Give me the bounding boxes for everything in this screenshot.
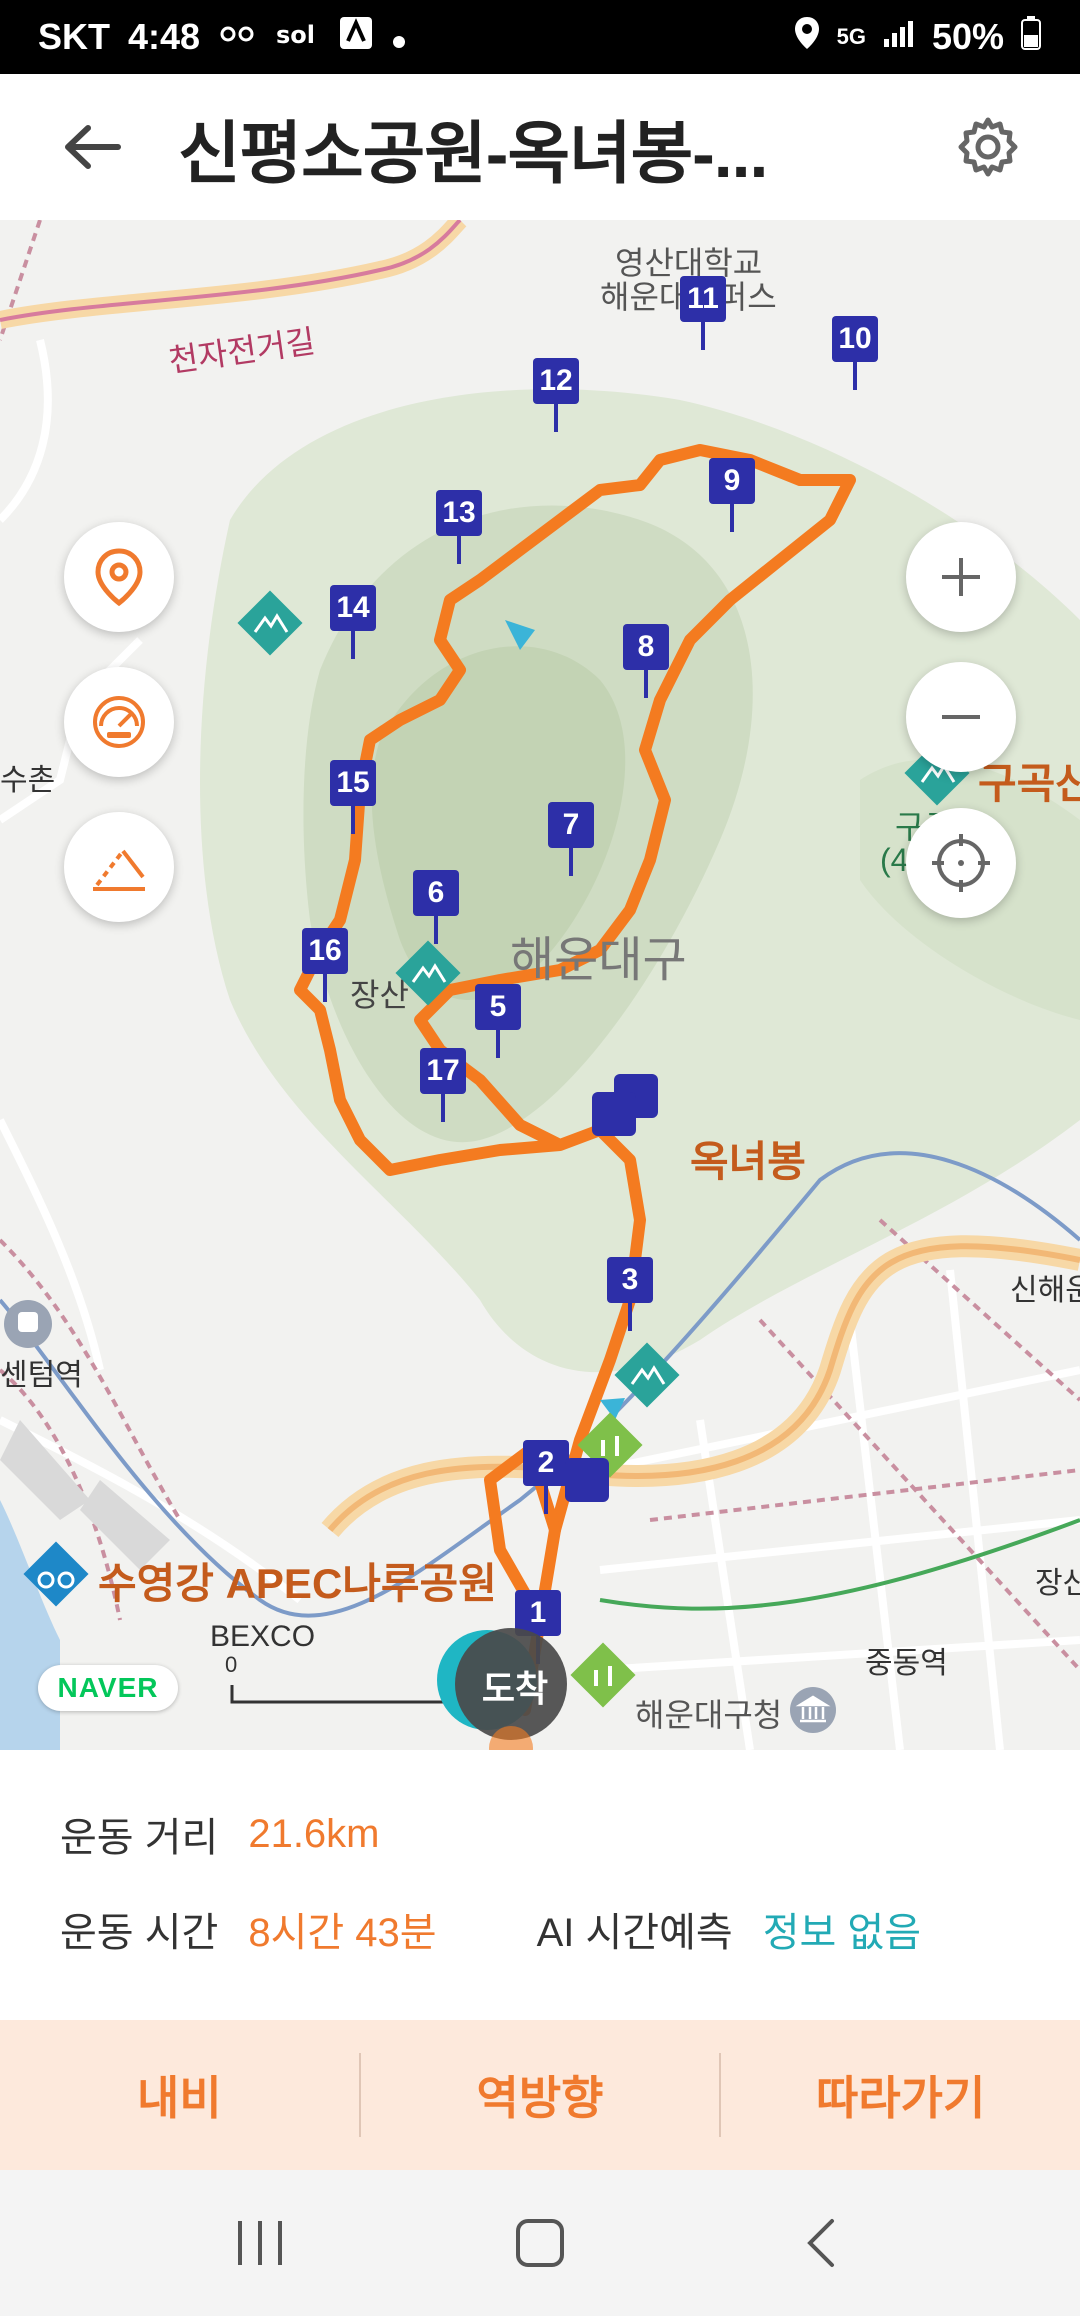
label-peak-okneo: 옥녀봉 bbox=[690, 1138, 806, 1185]
waypoint-marker[interactable]: 7 bbox=[548, 802, 594, 876]
waypoint-marker[interactable]: 2 bbox=[523, 1440, 569, 1514]
reverse-button[interactable]: 역방향 bbox=[361, 2020, 720, 2170]
my-location-button[interactable] bbox=[64, 522, 174, 632]
waypoint-marker[interactable]: 11 bbox=[680, 276, 726, 350]
ai-estimate-value: 정보 없음 bbox=[762, 1911, 922, 1955]
crosshair-icon bbox=[932, 834, 990, 892]
arrival-marker[interactable]: 도착 bbox=[435, 1620, 575, 1750]
label-jungdong: 중동역 bbox=[865, 1647, 948, 1680]
distance-value: 21.6km bbox=[248, 1811, 380, 1856]
network-5g-icon: 5G bbox=[836, 24, 866, 49]
gear-icon bbox=[958, 117, 1018, 177]
app-icon bbox=[338, 15, 374, 60]
battery-percent: 50% bbox=[931, 16, 1004, 57]
gu-office-icon bbox=[788, 1685, 838, 1735]
elevation-icon bbox=[93, 849, 145, 891]
mountain-icon-west[interactable] bbox=[235, 588, 305, 658]
elevation-button[interactable] bbox=[64, 812, 174, 922]
home-button[interactable] bbox=[500, 2203, 580, 2283]
status-bar: SKT 4:48 sol 5G 50% bbox=[0, 0, 1080, 74]
plus-icon bbox=[942, 558, 980, 596]
carrier: SKT bbox=[38, 16, 110, 57]
arrival-label: 도착 bbox=[481, 1668, 549, 1709]
label-park: 수영강 APEC나루공원 bbox=[98, 1560, 497, 1607]
station-icon bbox=[2, 1298, 54, 1350]
label-sinhae: 신해운 bbox=[1010, 1274, 1080, 1307]
location-icon bbox=[793, 15, 821, 60]
naver-logo: NAVER bbox=[38, 1665, 178, 1711]
app-bar: 신평소공원-옥녀봉-... bbox=[0, 74, 1080, 220]
start-flag-icon[interactable] bbox=[592, 1074, 668, 1144]
mountain-icon-okneo[interactable] bbox=[612, 1340, 682, 1410]
waypoint-marker[interactable]: 10 bbox=[832, 316, 878, 390]
ai-estimate-label: AI 시간예측 bbox=[536, 1911, 733, 1955]
mountain-icon-jangsan[interactable] bbox=[393, 938, 463, 1008]
distance-label: 운동 거리 bbox=[60, 1816, 219, 1860]
back-nav-button[interactable] bbox=[780, 2203, 860, 2283]
label-jangsan-right: 장산 bbox=[1035, 1567, 1080, 1600]
navigate-button[interactable]: 내비 bbox=[0, 2020, 359, 2170]
action-bar: 내비 역방향 따라가기 bbox=[0, 2020, 1080, 2170]
minus-icon bbox=[942, 715, 980, 719]
distance-row: 운동 거리 21.6km bbox=[60, 1805, 380, 1863]
home-icon bbox=[516, 2219, 564, 2267]
activity-icon bbox=[218, 16, 258, 58]
waypoint-marker[interactable]: 13 bbox=[436, 490, 482, 564]
settings-button[interactable] bbox=[952, 111, 1024, 183]
recent-apps-icon bbox=[238, 2221, 282, 2265]
waypoint-marker[interactable]: 17 bbox=[420, 1048, 466, 1122]
svg-text:sol: sol bbox=[276, 21, 315, 49]
page-title: 신평소공원-옥녀봉-... bbox=[178, 115, 768, 192]
waypoint-marker[interactable]: 9 bbox=[709, 458, 755, 532]
dot-icon bbox=[392, 16, 406, 58]
back-button[interactable] bbox=[56, 111, 128, 183]
waypoint-marker[interactable]: 12 bbox=[533, 358, 579, 432]
waypoint-marker[interactable]: 14 bbox=[330, 585, 376, 659]
recent-apps-button[interactable] bbox=[220, 2203, 300, 2283]
zoom-in-button[interactable] bbox=[906, 522, 1016, 632]
time-value: 8시간 43분 bbox=[248, 1911, 437, 1955]
zoom-out-button[interactable] bbox=[906, 662, 1016, 772]
sol-icon: sol bbox=[276, 16, 320, 58]
clock: 4:48 bbox=[128, 16, 201, 57]
label-district: 해운대구 bbox=[510, 934, 687, 987]
route-info-panel: 운동 거리 21.6km 운동 시간 8시간 43분 AI 시간예측 정보 없음 bbox=[0, 1750, 1080, 2020]
waypoint-marker[interactable]: 8 bbox=[623, 624, 669, 698]
bike-icon[interactable] bbox=[20, 1538, 92, 1610]
label-gu-office: 해운대구청 bbox=[635, 1697, 783, 1733]
signal-icon bbox=[882, 16, 916, 58]
waypoint-marker[interactable]: 15 bbox=[330, 760, 376, 834]
park-icon-2[interactable] bbox=[568, 1640, 638, 1710]
battery-icon bbox=[1020, 15, 1042, 60]
time-label: 운동 시간 bbox=[60, 1911, 219, 1955]
scale-zero: 0 bbox=[225, 1652, 238, 1677]
follow-button[interactable]: 따라가기 bbox=[721, 2020, 1080, 2170]
speedometer-icon bbox=[93, 696, 145, 748]
waypoint-marker[interactable]: 5 bbox=[475, 984, 521, 1058]
label-suchon: 수촌 bbox=[0, 764, 56, 797]
location-pin-icon bbox=[95, 548, 143, 607]
back-arrow-icon bbox=[65, 125, 121, 169]
waypoint-marker[interactable]: 6 bbox=[413, 870, 459, 944]
waypoint-marker[interactable]: 3 bbox=[607, 1257, 653, 1331]
finish-flag-icon[interactable] bbox=[565, 1458, 609, 1502]
label-center-station: 센텀역 bbox=[0, 1359, 83, 1392]
recenter-button[interactable] bbox=[906, 808, 1016, 918]
speedometer-button[interactable] bbox=[64, 667, 174, 777]
map-view[interactable]: 영산대학교 해운대캠퍼스 천자전거길 해운대구 옥녀봉 구곡산 구곡산 (433… bbox=[0, 220, 1080, 1750]
label-bexco: BEXCO bbox=[210, 1620, 316, 1653]
system-nav-bar bbox=[0, 2170, 1080, 2316]
waypoint-marker[interactable]: 16 bbox=[302, 928, 348, 1002]
time-row: 운동 시간 8시간 43분 AI 시간예측 정보 없음 bbox=[60, 1900, 921, 1958]
back-chevron-icon bbox=[807, 2219, 834, 2267]
